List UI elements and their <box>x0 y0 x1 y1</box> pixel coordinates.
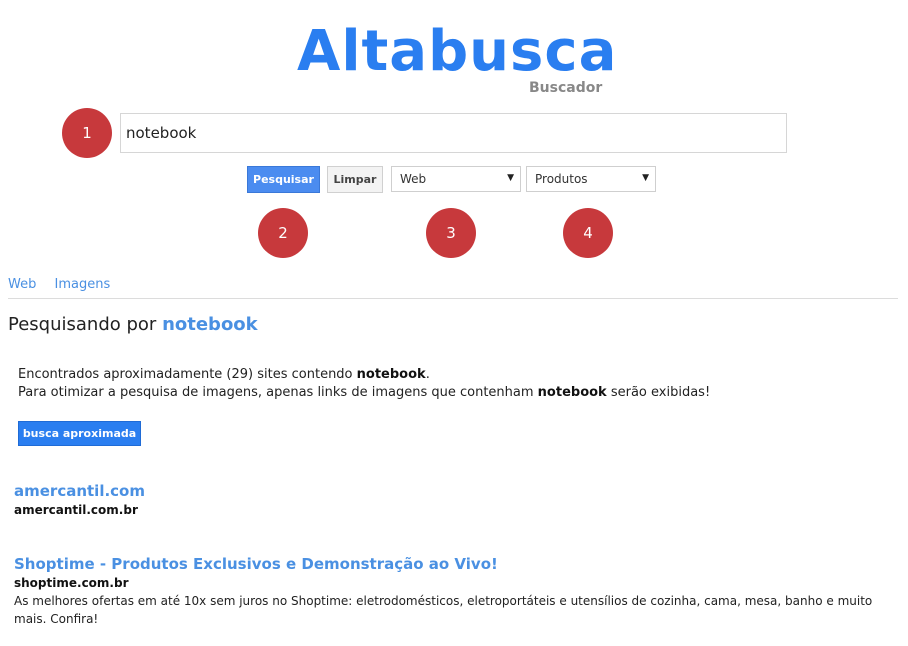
searching-prefix: Pesquisando por <box>8 314 157 335</box>
image-notice-text: Para otimizar a pesquisa de imagens, ape… <box>18 385 534 400</box>
results-info: Encontrados aproximadamente (29) sites c… <box>18 366 710 402</box>
result-url: amercantil.com.br <box>14 503 138 517</box>
image-notice-line: Para otimizar a pesquisa de imagens, ape… <box>18 384 710 402</box>
image-notice-term: notebook <box>537 385 607 400</box>
search-category-select[interactable]: Produtos ▼ <box>526 166 656 192</box>
search-category-value: Produtos <box>535 172 588 186</box>
result-description: As melhores ofertas em até 10x sem juros… <box>14 594 873 626</box>
results-count-term: notebook <box>356 367 426 382</box>
page-title: Pesquisando por notebook <box>8 314 258 335</box>
annotation-marker-3: 3 <box>426 208 476 258</box>
annotation-marker-2: 2 <box>258 208 308 258</box>
results-count-text: Encontrados aproximadamente (29) sites c… <box>18 367 353 382</box>
result-item: Shoptime - Produtos Exclusivos e Demonst… <box>14 554 894 628</box>
tab-images[interactable]: Imagens <box>54 277 110 292</box>
search-button[interactable]: Pesquisar <box>247 166 320 193</box>
annotation-marker-1: 1 <box>62 108 112 158</box>
clear-button[interactable]: Limpar <box>327 166 383 193</box>
results-count-line: Encontrados aproximadamente (29) sites c… <box>18 366 710 384</box>
logo-subtitle: Buscador <box>529 80 603 96</box>
chevron-down-icon: ▼ <box>642 173 649 183</box>
tabs-divider <box>8 298 898 299</box>
logo-title: Altabusca <box>297 19 618 84</box>
result-title-link[interactable]: Shoptime - Produtos Exclusivos e Demonst… <box>14 554 894 574</box>
search-input[interactable] <box>120 113 787 153</box>
tab-web[interactable]: Web <box>8 277 36 292</box>
image-notice-suffix: serão exibidas! <box>610 385 711 400</box>
result-title-link[interactable]: amercantil.com <box>14 481 894 501</box>
results-tabs: Web Imagens <box>8 277 124 292</box>
search-type-select[interactable]: Web ▼ <box>391 166 521 192</box>
approximate-search-button[interactable]: busca aproximada <box>18 421 141 446</box>
result-item: amercantil.com amercantil.com.br <box>14 481 894 519</box>
results-count-suffix: . <box>425 367 430 382</box>
annotation-marker-4: 4 <box>563 208 613 258</box>
chevron-down-icon: ▼ <box>507 173 514 183</box>
result-url: shoptime.com.br <box>14 576 129 590</box>
search-type-value: Web <box>400 172 427 186</box>
searching-term: notebook <box>162 314 258 335</box>
